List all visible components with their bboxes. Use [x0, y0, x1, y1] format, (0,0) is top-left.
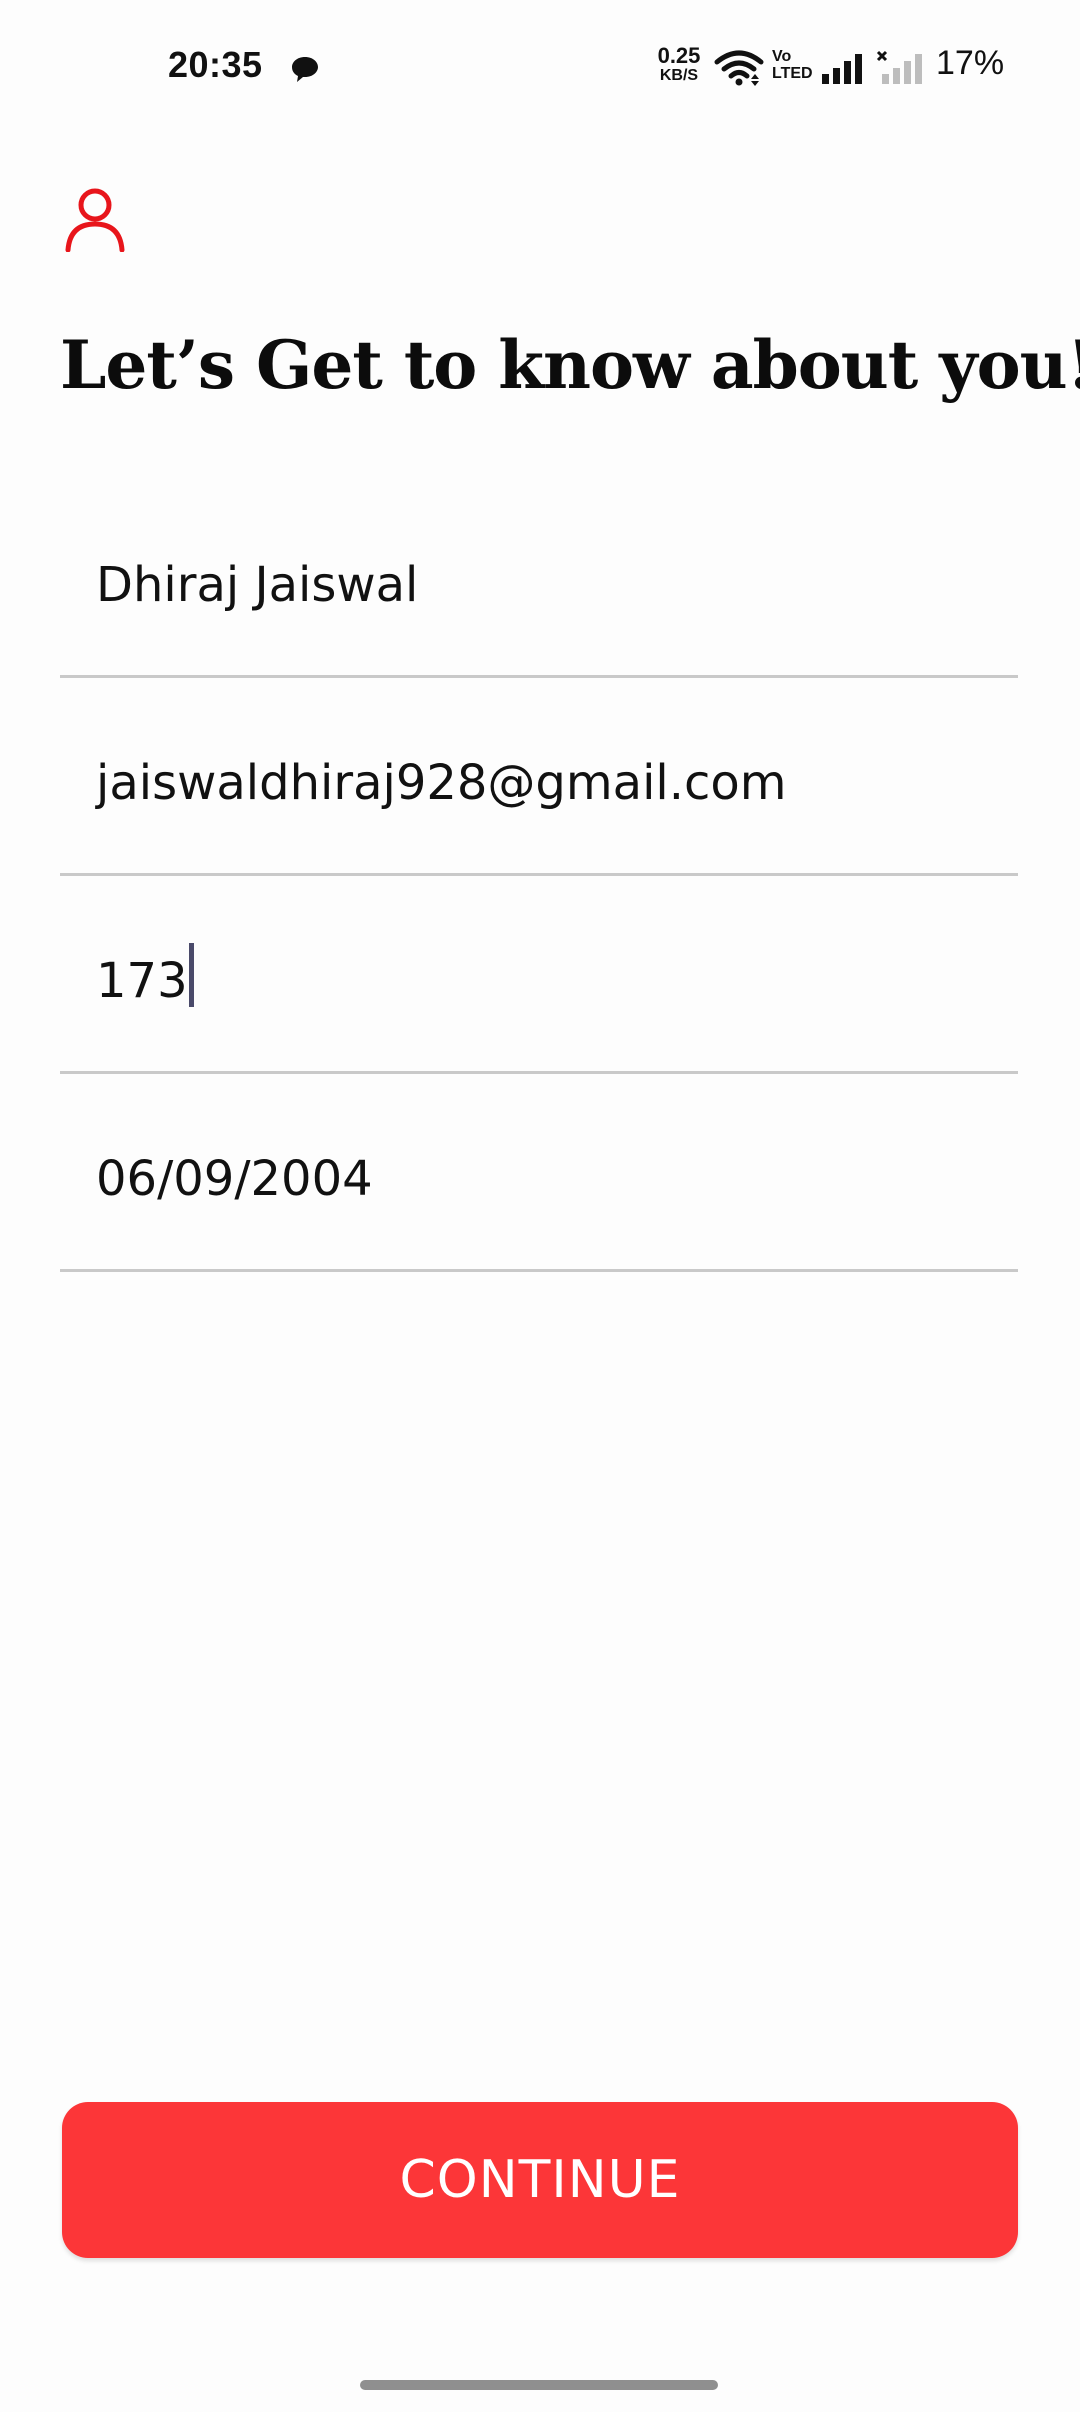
email-value: jaiswaldhiraj928@gmail.com [96, 755, 787, 811]
battery-level: 17% [936, 44, 1005, 82]
date-of-birth-value: 06/09/2004 [96, 1151, 373, 1207]
text-cursor [188, 943, 194, 1007]
name-value: Dhiraj Jaiswal [96, 557, 419, 613]
email-field[interactable]: jaiswaldhiraj928@gmail.com [60, 678, 1018, 876]
wifi-icon [714, 50, 764, 86]
signal-no-service-icon [876, 50, 922, 84]
height-value-wrap: 173 [96, 943, 194, 1009]
screen: 20:35 0.25 KB/S Vo LTED 17% Let’s Get to… [0, 0, 1080, 2412]
page-title: Let’s Get to know about you! [60, 326, 1080, 404]
date-of-birth-field[interactable]: 06/09/2004 [60, 1074, 1018, 1272]
profile-icon [65, 188, 125, 252]
name-field[interactable]: Dhiraj Jaiswal [60, 480, 1018, 678]
height-value: 173 [96, 953, 188, 1009]
network-speed: 0.25 KB/S [657, 43, 701, 85]
volte-indicator: Vo LTED [772, 48, 813, 82]
continue-button[interactable]: CONTINUE [62, 2102, 1018, 2258]
status-bar: 20:35 0.25 KB/S Vo LTED 17% [0, 0, 1080, 140]
home-indicator[interactable] [360, 2380, 718, 2390]
signal-icon [822, 54, 862, 84]
message-icon [292, 57, 318, 82]
height-field[interactable]: 173 [60, 876, 1018, 1074]
status-time: 20:35 [168, 44, 263, 85]
